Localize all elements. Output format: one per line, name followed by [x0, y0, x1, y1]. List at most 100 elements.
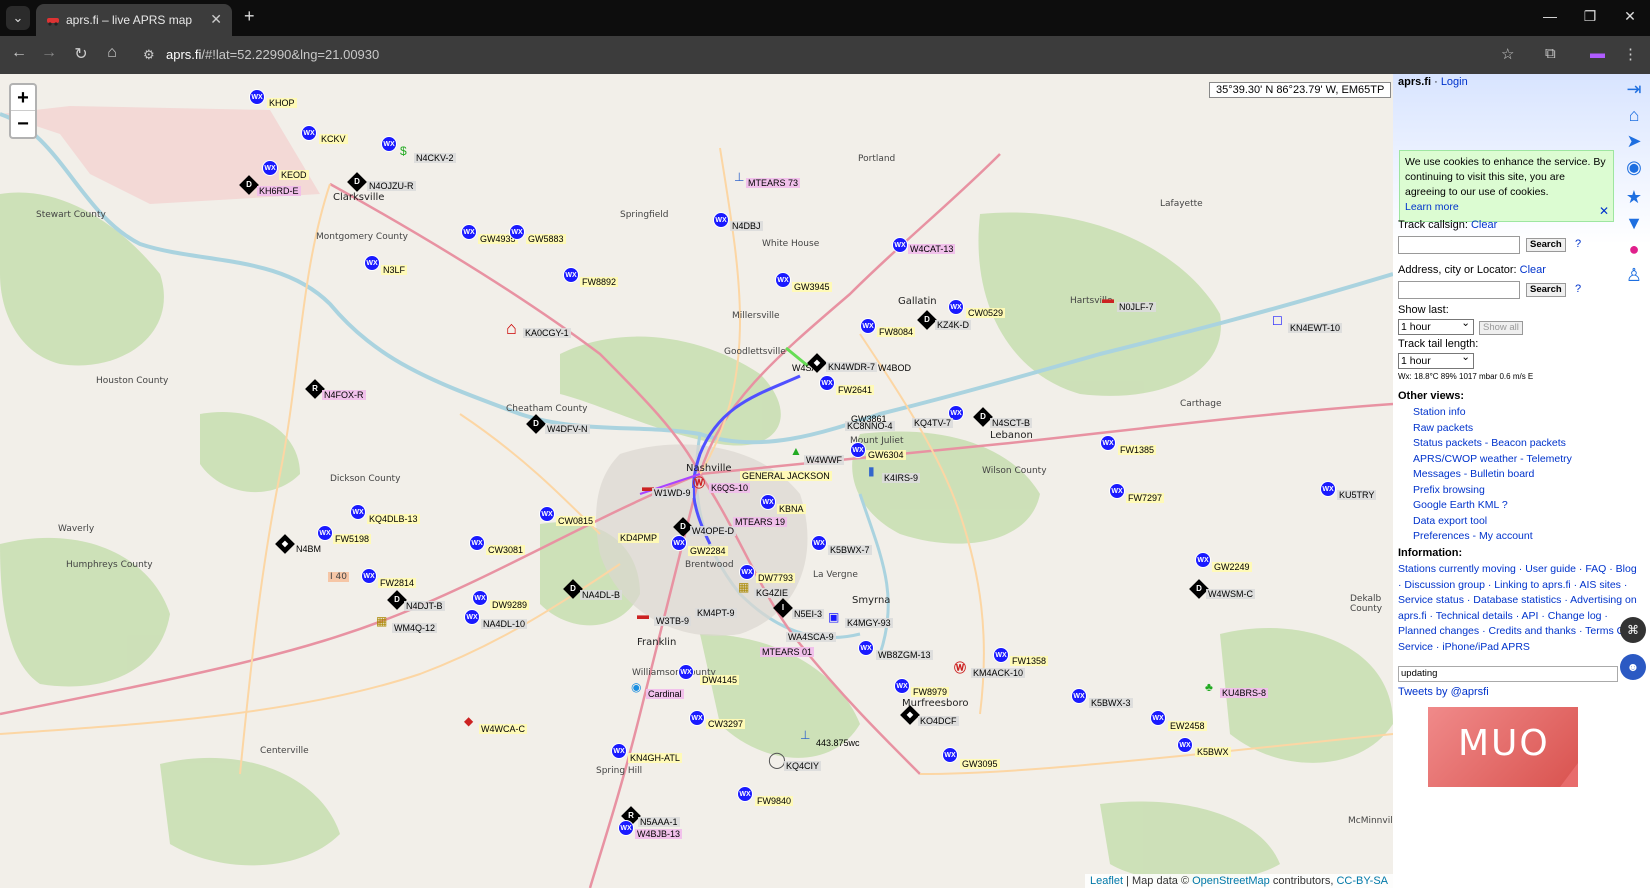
weather-station-icon[interactable]: WX [1150, 710, 1166, 726]
station-callsign[interactable]: N4SCT-B [990, 418, 1033, 428]
weather-station-icon[interactable]: WX [1100, 435, 1116, 451]
weather-station-icon[interactable]: WX [563, 267, 579, 283]
wx-red-icon[interactable]: Ⓦ [693, 474, 705, 491]
learn-more-link[interactable]: Learn more [1405, 201, 1459, 213]
information-links[interactable]: Stations currently moving · User guide ·… [1398, 562, 1638, 655]
cardinal-icon[interactable]: ◉ [631, 680, 641, 694]
station-callsign[interactable]: N5AAA-1 [638, 817, 680, 827]
weather-station-icon[interactable]: WX [469, 535, 485, 551]
home-icon[interactable]: ⌂ [101, 44, 123, 62]
station-callsign[interactable]: FW9840 [755, 796, 794, 806]
link-messages[interactable]: Messages - Bulletin board [1413, 468, 1534, 480]
floating-chat-icon[interactable]: ☻ [1620, 654, 1646, 680]
show-last-select[interactable]: 1 hour [1398, 317, 1474, 335]
station-callsign[interactable]: K5BWX-7 [828, 545, 872, 555]
station-callsign[interactable]: GW3861 [849, 414, 889, 424]
station-callsign[interactable]: KN4WDR-7 [826, 362, 878, 372]
station-callsign[interactable]: DW7793 [756, 573, 796, 583]
triangle-icon[interactable]: ▲ [790, 444, 802, 458]
address-help-link[interactable]: ? [1575, 283, 1581, 295]
license-link[interactable]: CC-BY-SA [1336, 875, 1388, 887]
weather-station-icon[interactable]: WX [249, 89, 265, 105]
station-callsign[interactable]: 443.875wc [814, 738, 862, 748]
digipeater-icon[interactable]: D [526, 414, 546, 434]
weather-station-icon[interactable]: WX [892, 237, 908, 253]
digipeater-icon[interactable]: D [347, 172, 367, 192]
weather-station-icon[interactable]: WX [618, 820, 634, 836]
weather-station-icon[interactable]: WX [819, 375, 835, 391]
station-callsign[interactable]: KCKV [319, 134, 348, 144]
station-callsign[interactable]: GW3945 [792, 282, 832, 292]
station-callsign[interactable]: N4DJT-B [404, 601, 445, 611]
station-callsign[interactable]: W4BOD [876, 363, 913, 373]
antenna-icon[interactable]: ⊥ [800, 728, 810, 742]
station-callsign[interactable]: KA0CGY-1 [523, 328, 571, 338]
tree-icon[interactable]: ♣ [1205, 680, 1213, 694]
station-callsign[interactable]: KG4ZIE [754, 588, 791, 598]
station-callsign[interactable]: FW8084 [877, 327, 916, 337]
weather-station-icon[interactable]: WX [461, 224, 477, 240]
bookmark-star-icon[interactable]: ☆ [1501, 45, 1514, 63]
weather-station-icon[interactable]: WX [737, 786, 753, 802]
station-callsign[interactable]: N4OJZU-R [367, 181, 416, 191]
weather-station-icon[interactable]: WX [775, 272, 791, 288]
browser-tab[interactable]: aprs.fi – live APRS map ✕ [36, 4, 232, 36]
weather-station-icon[interactable]: WX [1177, 737, 1193, 753]
weather-station-icon[interactable]: WX [317, 525, 333, 541]
station-callsign[interactable]: KU5TRY [1337, 490, 1377, 500]
station-callsign[interactable]: Cardinal [646, 689, 684, 699]
weather-station-icon[interactable]: WX [301, 125, 317, 141]
station-callsign[interactable]: KN4GH-ATL [628, 753, 682, 763]
station-callsign[interactable]: KU4BRS-8 [1220, 688, 1269, 698]
map-canvas[interactable]: Clarksville Springfield Portland White H… [0, 74, 1393, 888]
station-callsign[interactable]: CW3297 [706, 719, 746, 729]
station-dollar-icon[interactable]: $ [400, 144, 407, 158]
station-callsign[interactable]: N4DBJ [730, 221, 763, 231]
station-callsign[interactable]: KM4ACK-10 [971, 668, 1026, 678]
station-callsign[interactable]: WM4Q-12 [392, 623, 438, 633]
station-callsign[interactable]: KQ4DLB-13 [367, 514, 420, 524]
antenna-icon[interactable]: ⊥ [734, 170, 744, 184]
station-callsign[interactable]: WB8ZGM-13 [876, 650, 933, 660]
digipeater-icon[interactable]: D [239, 175, 259, 195]
forward-icon[interactable]: → [38, 44, 60, 62]
station-callsign[interactable]: W3TB-9 [654, 616, 692, 626]
station-callsign[interactable]: W4BJB-13 [635, 829, 683, 839]
home-icon[interactable]: ⌂ [1621, 102, 1647, 128]
station-callsign[interactable]: FW8892 [580, 277, 619, 287]
weather-station-icon[interactable]: WX [811, 535, 827, 551]
station-callsign[interactable]: FW2814 [378, 578, 417, 588]
weather-station-icon[interactable]: WX [350, 504, 366, 520]
station-callsign[interactable]: N4FOX-R [322, 390, 366, 400]
station-callsign[interactable]: EW2458 [1168, 721, 1207, 731]
station-callsign[interactable]: W4WWF [804, 455, 844, 465]
tail-length-select[interactable]: 1 hour [1398, 351, 1474, 369]
station-callsign[interactable]: GW6304 [866, 450, 906, 460]
profile-icon[interactable]: ▬ [1590, 45, 1605, 62]
weather-station-icon[interactable]: WX [464, 609, 480, 625]
collapse-panel-icon[interactable]: ⇥ [1621, 76, 1647, 102]
link-status-packets[interactable]: Status packets - Beacon packets [1413, 437, 1566, 449]
digipeater-icon[interactable]: ◆ [275, 534, 295, 554]
station-callsign[interactable]: GW2284 [688, 546, 728, 556]
station-callsign[interactable]: WA4SCA-9 [786, 632, 836, 642]
station-callsign[interactable]: DW4145 [700, 675, 740, 685]
weather-station-icon[interactable]: WX [671, 535, 687, 551]
weather-station-icon[interactable]: WX [860, 318, 876, 334]
person-walk-icon[interactable]: ♙ [1621, 262, 1647, 288]
station-callsign[interactable]: GW5883 [526, 234, 566, 244]
reload-icon[interactable]: ↻ [70, 44, 92, 64]
station-callsign[interactable]: NA4DL-10 [481, 619, 528, 629]
station-callsign[interactable]: KH6RD-E [257, 186, 301, 196]
favorites-star-icon[interactable]: ★ [1621, 184, 1647, 210]
site-info-icon[interactable]: ⚙ [143, 47, 155, 63]
link-prefix-browsing[interactable]: Prefix browsing [1413, 484, 1485, 496]
bus-icon[interactable]: ▦ [738, 580, 749, 594]
digipeater-icon[interactable]: D [917, 310, 937, 330]
tab-close-icon[interactable]: ✕ [210, 11, 222, 28]
station-callsign[interactable]: KD4PMP [618, 533, 660, 543]
weather-station-icon[interactable]: WX [993, 647, 1009, 663]
address-bar[interactable]: aprs.fi/#!lat=52.22990&lng=21.00930 [166, 47, 379, 62]
window-close-icon[interactable]: ✕ [1615, 8, 1645, 25]
station-callsign[interactable]: CW0815 [556, 516, 596, 526]
